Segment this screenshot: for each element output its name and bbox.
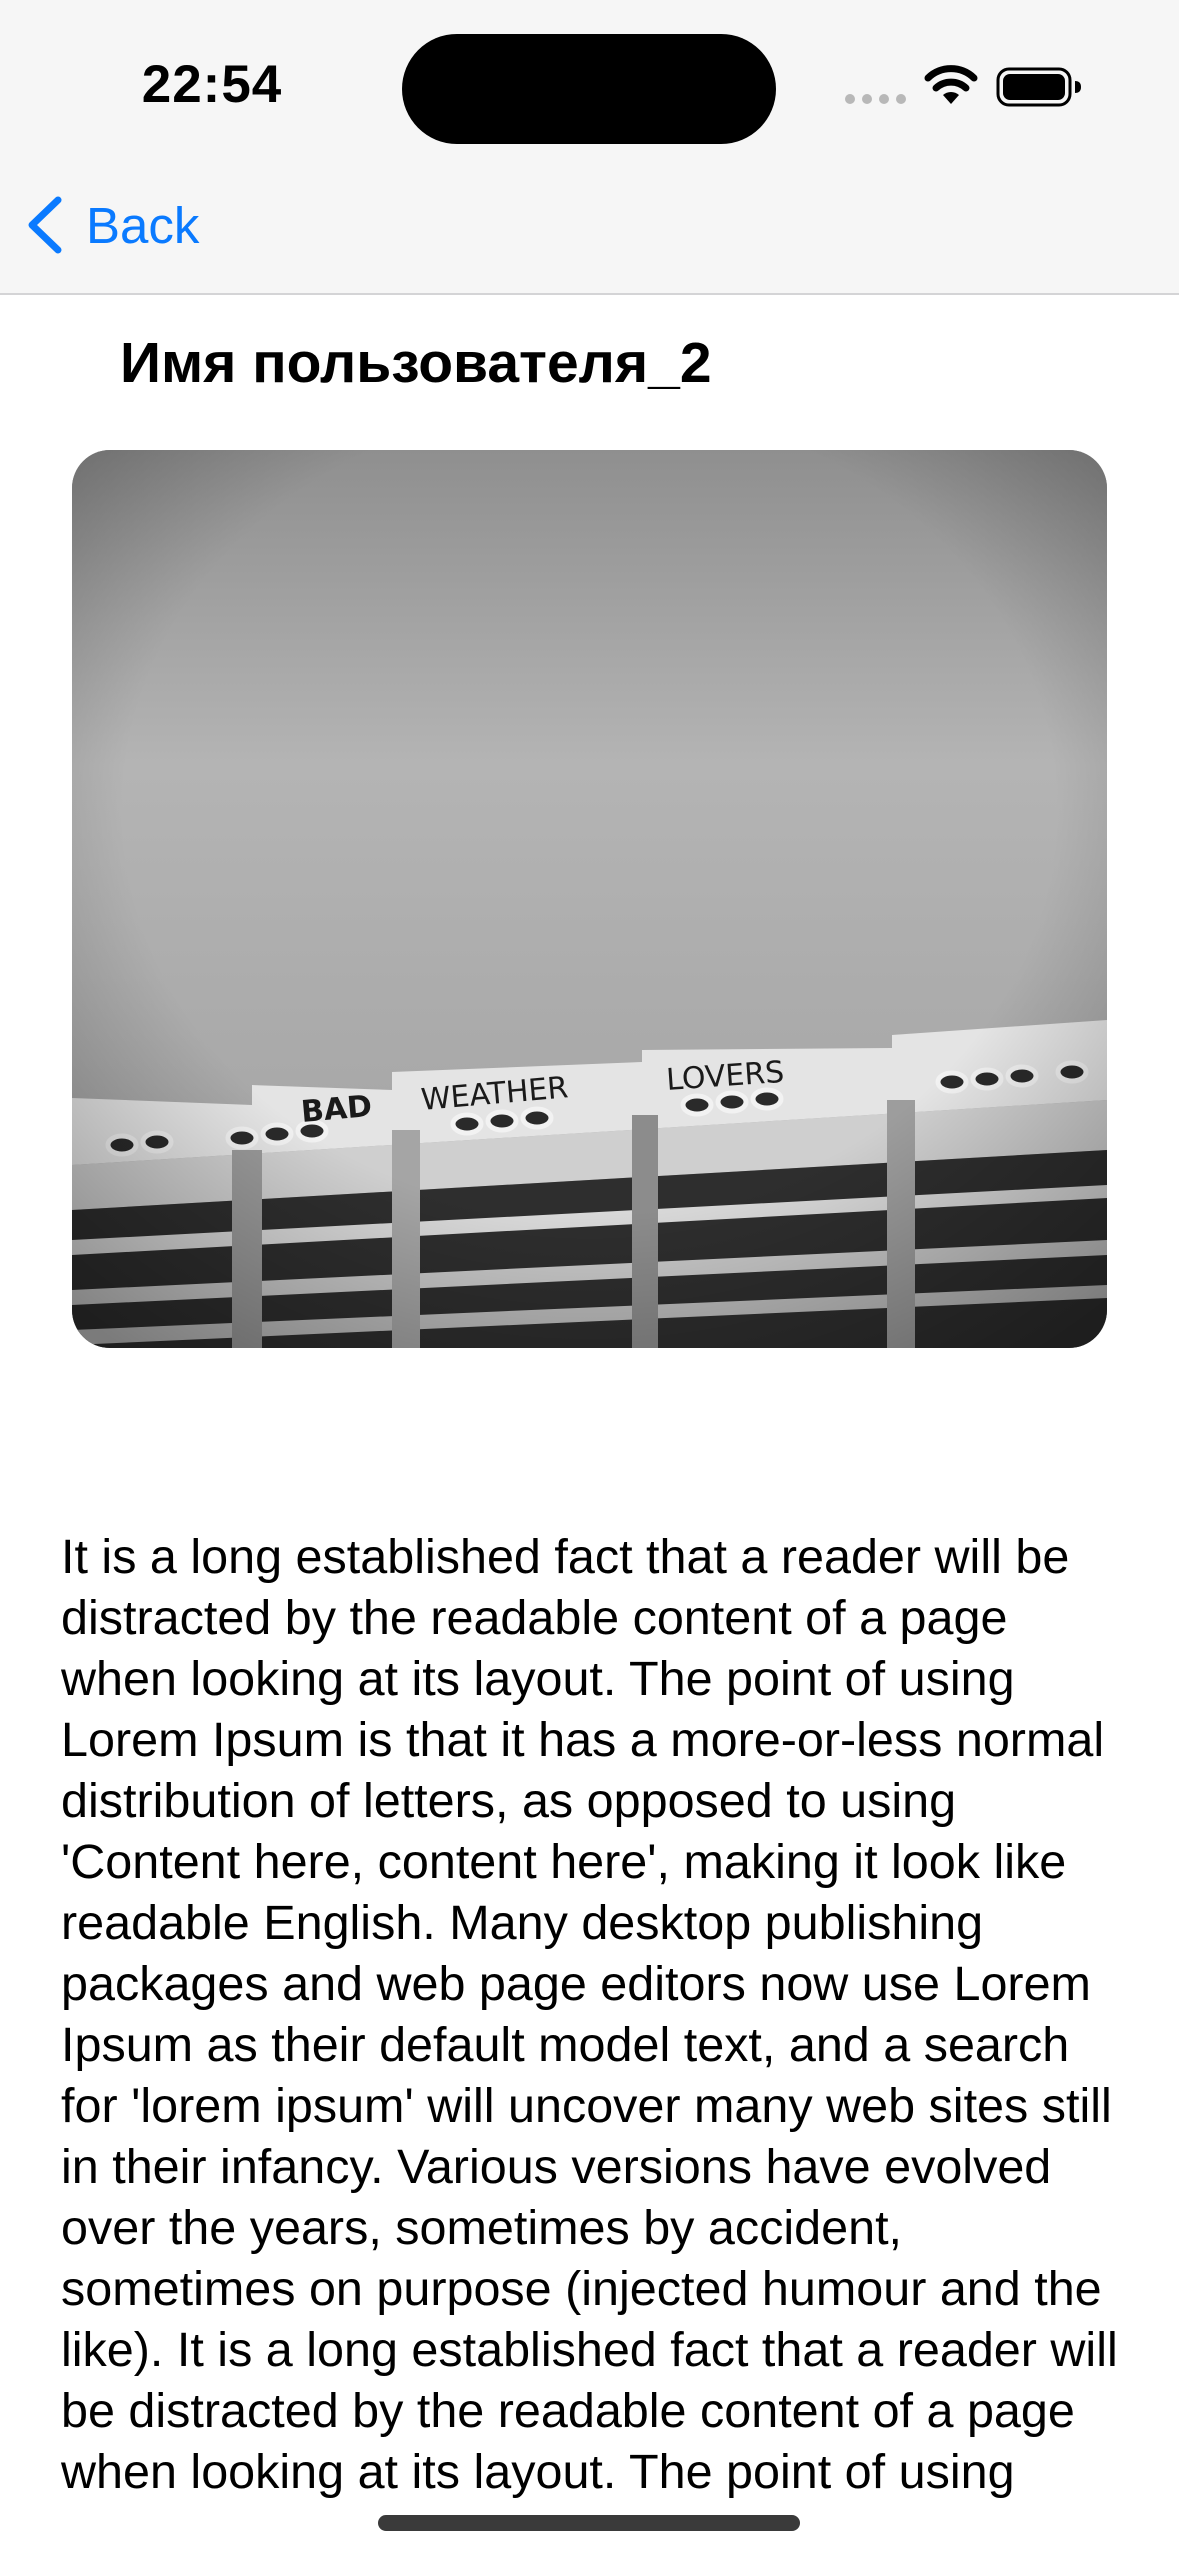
home-indicator[interactable] <box>378 2515 800 2531</box>
post-username: Имя пользователя_2 <box>120 331 712 395</box>
post-body-text: It is a long established fact that a rea… <box>61 1530 1118 2499</box>
status-time: 22:54 <box>141 55 283 114</box>
chevron-left-icon <box>28 196 62 254</box>
dynamic-island <box>402 34 776 144</box>
battery-icon <box>996 67 1081 107</box>
wifi-icon <box>924 65 978 104</box>
navigation-bar: 22:54 Back <box>0 0 1179 295</box>
back-label: Back <box>86 196 200 254</box>
back-button[interactable]: Back <box>22 190 199 260</box>
post-photo: BAD WEATHER LOVERS <box>72 450 1107 1348</box>
cellular-dots-icon <box>845 94 906 104</box>
